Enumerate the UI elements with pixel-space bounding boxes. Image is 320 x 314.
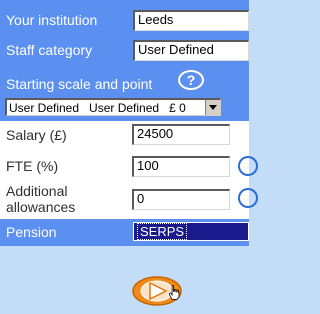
scale-label: Starting scale and point <box>6 76 153 92</box>
pension-select[interactable]: SERPS <box>133 222 249 241</box>
fte-label: FTE (%) <box>6 158 59 174</box>
staff-category-label: Staff category <box>6 42 93 58</box>
scale-select[interactable]: User Defined User Defined £ 0 <box>5 98 221 116</box>
staff-category-field[interactable]: User Defined <box>133 40 249 61</box>
pension-label: Pension <box>6 224 57 240</box>
question-circle-icon: ? <box>186 72 196 88</box>
scale-select-value: User Defined User Defined £ 0 <box>9 101 186 115</box>
allowances-label-line1: Additional <box>6 183 68 199</box>
fte-info-circle-icon[interactable] <box>238 156 258 176</box>
institution-label: Your institution <box>6 12 98 28</box>
salary-field[interactable]: 24500 <box>132 124 230 145</box>
pension-select-value: SERPS <box>137 223 188 240</box>
allowances-info-circle-icon[interactable] <box>238 188 258 208</box>
fte-field[interactable]: 100 <box>132 156 230 177</box>
dropdown-arrow-icon[interactable] <box>205 100 220 115</box>
help-button[interactable]: ? <box>178 70 204 90</box>
allowances-label-line2: allowances <box>6 199 76 215</box>
allowances-field[interactable]: 0 <box>132 189 230 210</box>
hand-pointer-icon <box>164 285 184 300</box>
salary-label: Salary (£) <box>6 127 67 143</box>
institution-field[interactable]: Leeds <box>133 10 249 31</box>
